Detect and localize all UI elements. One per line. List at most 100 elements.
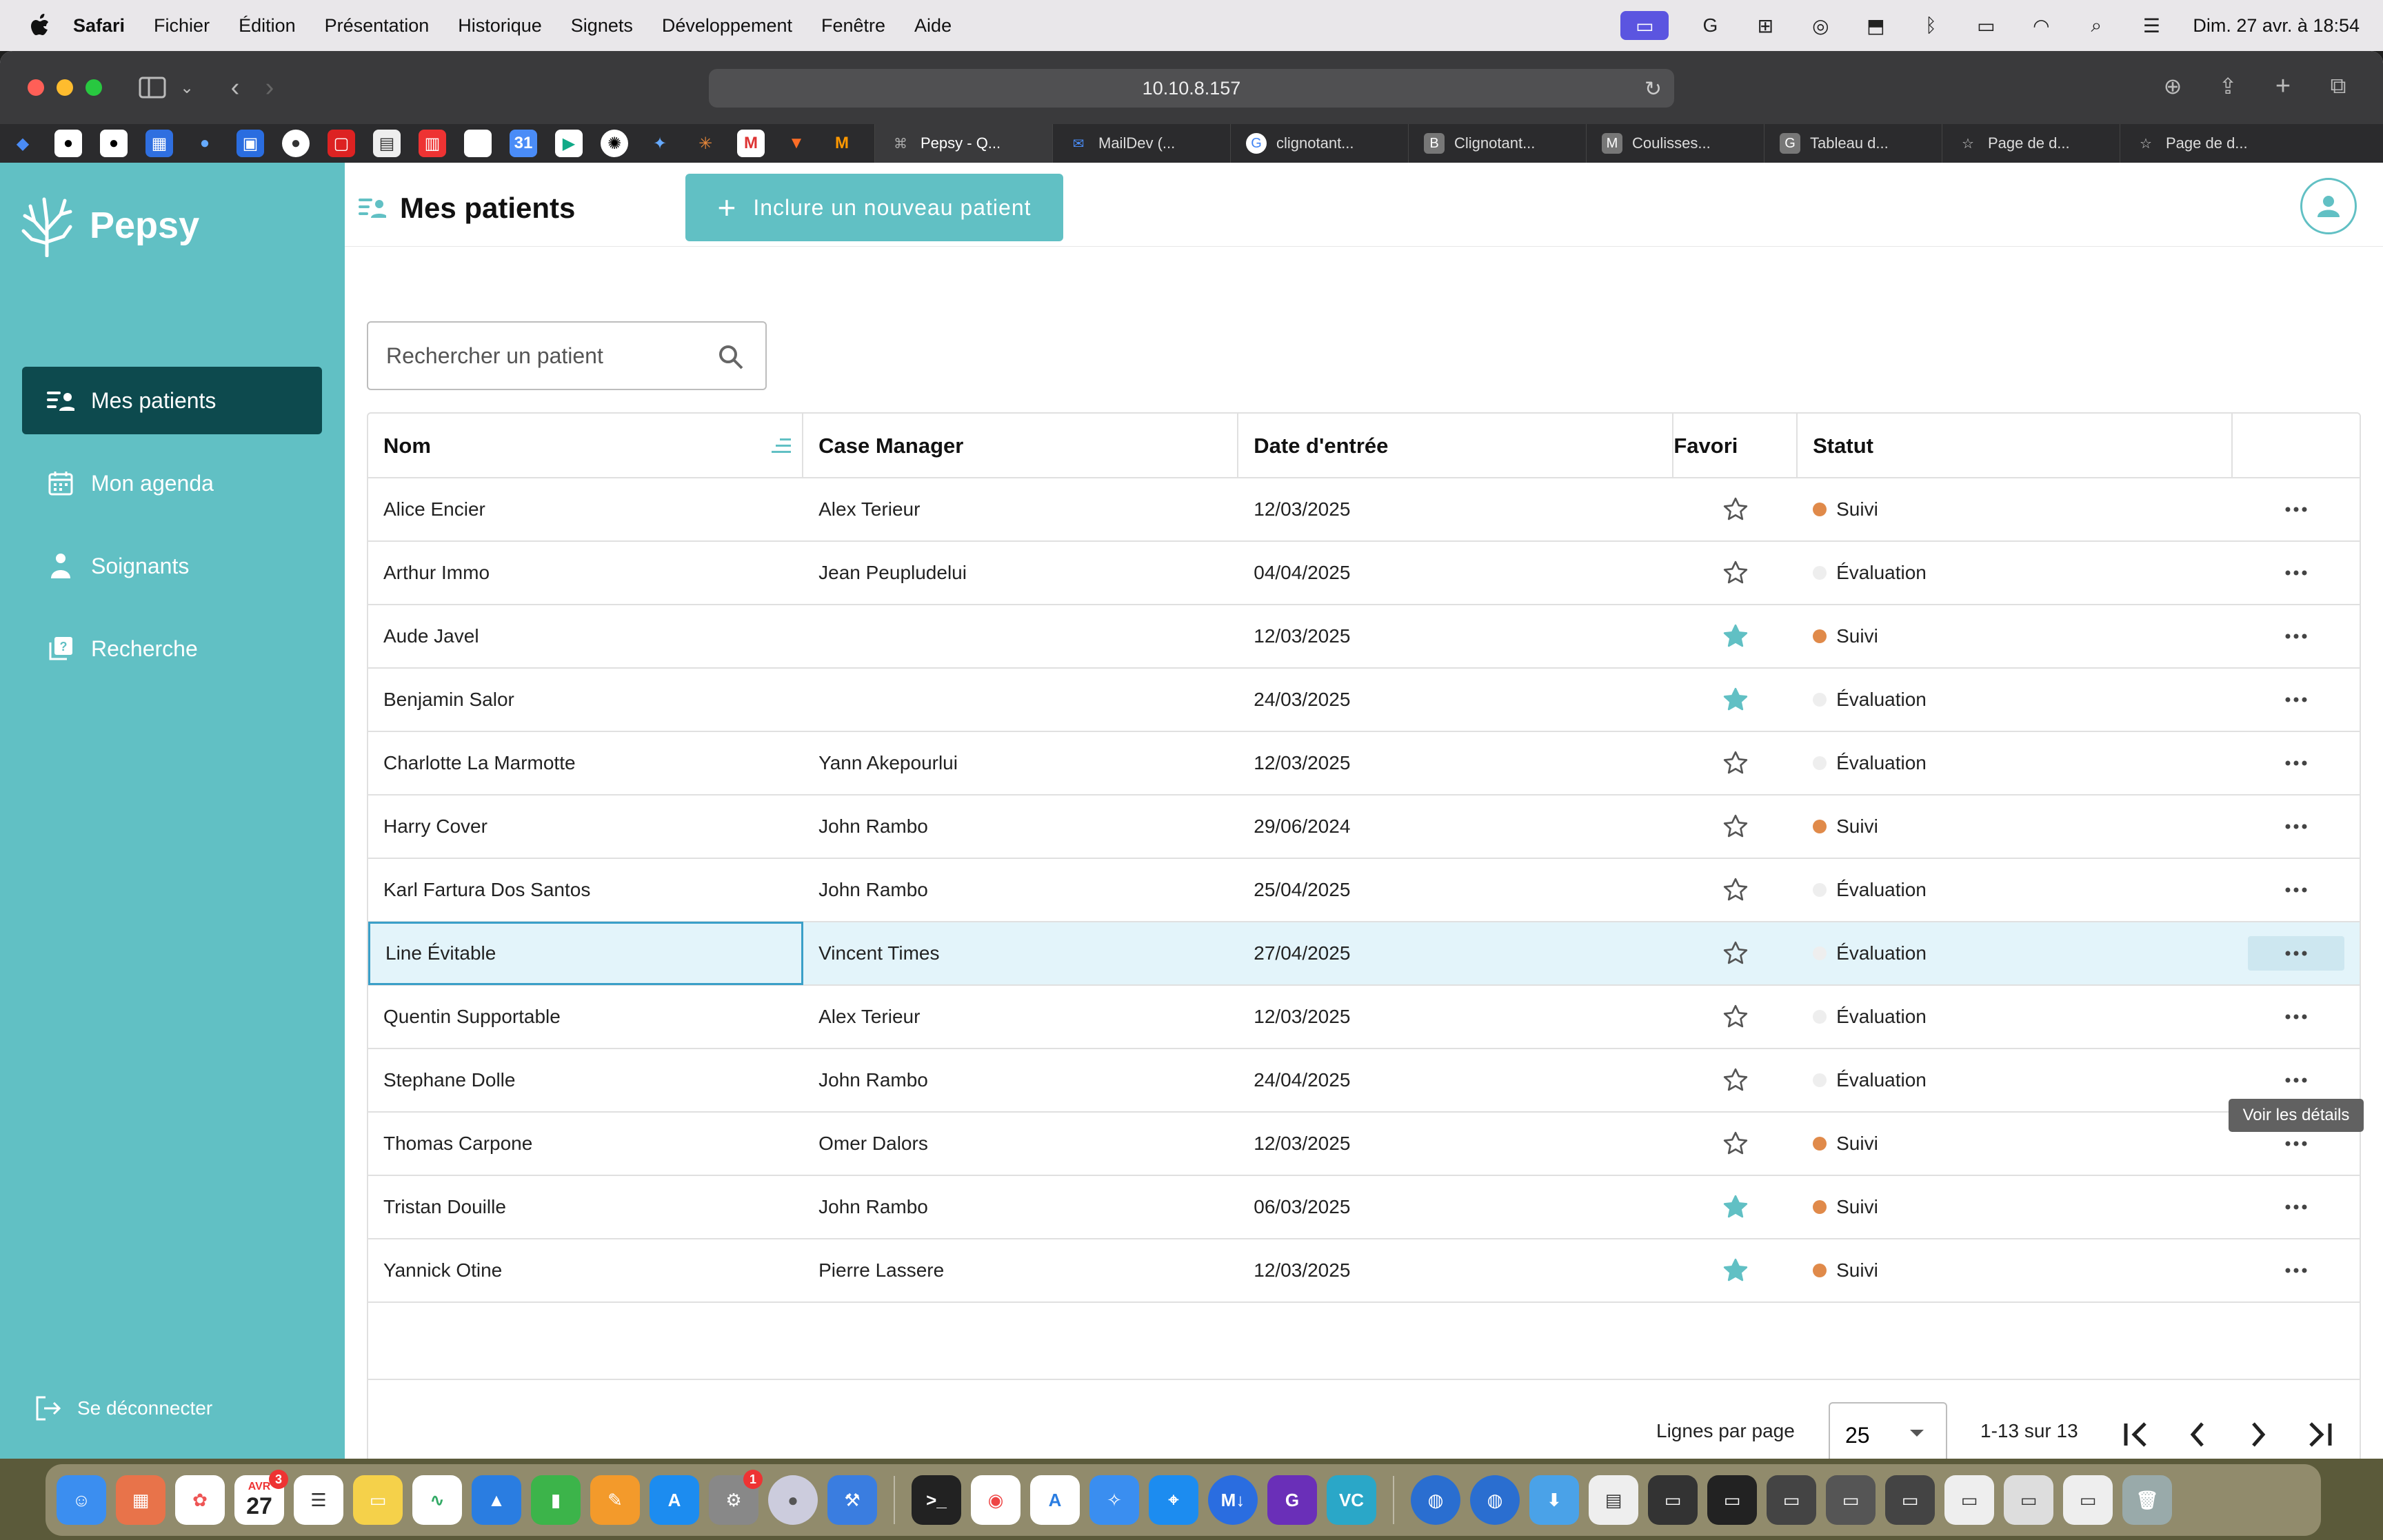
pinned-gmail-icon[interactable]: M [737, 130, 765, 157]
bluetooth-icon[interactable]: ᛒ [1917, 13, 1944, 38]
star-outline-icon[interactable] [1722, 940, 1749, 967]
tools-icon[interactable]: ⊞ [1751, 13, 1779, 38]
column-header-case-manager[interactable]: Case Manager [803, 414, 1239, 478]
dock-window-3-icon[interactable]: ▭ [1767, 1475, 1816, 1525]
menu-historique[interactable]: Historique [458, 15, 542, 37]
search-icon[interactable] [717, 343, 745, 376]
dock-safari-icon[interactable]: ✧ [1089, 1475, 1139, 1525]
dock-pages-icon[interactable]: ✎ [590, 1475, 640, 1525]
dock-markdown-icon[interactable]: M↓ [1208, 1475, 1258, 1525]
dock-app-store-icon[interactable]: A [650, 1475, 699, 1525]
pinned-meet-icon[interactable]: ▶ [555, 130, 583, 157]
dock-finder-icon[interactable]: ☺ [57, 1475, 106, 1525]
pinned-docker-icon[interactable]: ▦ [145, 130, 173, 157]
pinned-bitwarden-icon[interactable]: ▣ [237, 130, 264, 157]
tab-pepsy[interactable]: ⌘ Pepsy - Q... [874, 124, 1052, 163]
reload-icon[interactable]: ↻ [1645, 77, 1662, 101]
dock-freeform-icon[interactable]: ∿ [412, 1475, 462, 1525]
pinned-m-icon[interactable]: M [828, 130, 856, 157]
row-more-options-button[interactable] [2248, 682, 2344, 717]
row-more-options-button[interactable] [2248, 1190, 2344, 1224]
table-row[interactable]: Line Évitable Vincent Times 27/04/2025 Éval… [368, 922, 2360, 986]
star-filled-icon[interactable] [1722, 1257, 1749, 1284]
column-header-date[interactable]: Date d'entrée [1238, 414, 1674, 478]
dock-keynote-icon[interactable]: ▲ [472, 1475, 521, 1525]
table-row[interactable]: Quentin Supportable Alex Terieur 12/03/202… [368, 986, 2360, 1049]
row-more-options-button[interactable] [2248, 1063, 2344, 1097]
vpn-icon[interactable]: ◎ [1807, 13, 1834, 38]
grammarly-icon[interactable]: G [1696, 13, 1724, 38]
close-window-icon[interactable] [28, 79, 44, 96]
tab-coulisses[interactable]: M Coulisses... [1586, 124, 1764, 163]
cell-nom[interactable]: Thomas Carpone [368, 1112, 803, 1175]
row-more-options-button[interactable] [2248, 556, 2344, 590]
cell-nom[interactable]: Benjamin Salor [368, 668, 803, 731]
table-row[interactable]: Stephane Dolle John Rambo 24/04/2025 Évalua… [368, 1049, 2360, 1113]
table-row[interactable]: Harry Cover John Rambo 29/06/2024 Suivi [368, 796, 2360, 859]
nav-recherche[interactable]: ? Recherche [22, 615, 322, 682]
cell-nom[interactable]: Arthur Immo [368, 541, 803, 605]
column-header-statut[interactable]: Statut [1798, 414, 2233, 478]
minimize-window-icon[interactable] [57, 79, 73, 96]
table-row[interactable]: Charlotte La Marmotte Yann Akepourlui 12/0… [368, 732, 2360, 796]
menu-fichier[interactable]: Fichier [154, 15, 210, 37]
nav-mon-agenda[interactable]: Mon agenda [22, 449, 322, 517]
menu-fenetre[interactable]: Fenêtre [821, 15, 885, 37]
address-bar[interactable]: 10.10.8.157 ↻ [709, 69, 1674, 108]
star-outline-icon[interactable] [1722, 559, 1749, 587]
row-more-options-button[interactable] [2248, 873, 2344, 907]
dock-translate-icon[interactable]: A [1030, 1475, 1080, 1525]
sort-icon[interactable] [770, 438, 792, 454]
menu-aide[interactable]: Aide [914, 15, 952, 37]
dock-terminal-icon[interactable]: >_ [912, 1475, 961, 1525]
cell-nom[interactable]: Karl Fartura Dos Santos [368, 858, 803, 922]
pinned-circle-icon[interactable]: ● [282, 130, 310, 157]
screen-mirror-icon[interactable]: ▭ [1620, 11, 1669, 40]
pinned-red-icon[interactable]: ▢ [328, 130, 355, 157]
nav-soignants[interactable]: Soignants [22, 532, 322, 600]
cell-nom[interactable]: Line Évitable [368, 922, 804, 985]
tab-tableau[interactable]: G Tableau d... [1764, 124, 1942, 163]
dock-maps-icon[interactable]: ⌖ [1149, 1475, 1198, 1525]
pinned-openai-icon[interactable]: ✺ [601, 130, 628, 157]
star-outline-icon[interactable] [1722, 876, 1749, 904]
nav-mes-patients[interactable]: Mes patients [22, 367, 322, 434]
first-page-button[interactable] [2113, 1410, 2161, 1459]
table-row[interactable]: Arthur Immo Jean Peupludelui 04/04/2025 Éva… [368, 542, 2360, 605]
table-row[interactable]: Benjamin Salor 24/03/2025 Évaluation [368, 669, 2360, 732]
pinned-github-icon[interactable]: ● [54, 130, 82, 157]
dock-window-5-icon[interactable]: ▭ [1885, 1475, 1935, 1525]
menu-developpement[interactable]: Développement [662, 15, 792, 37]
pinned-trello-icon[interactable]: ▥ [419, 130, 446, 157]
battery-icon[interactable]: ▭ [1972, 13, 2000, 38]
spotlight-search-icon[interactable]: ⌕ [2082, 13, 2110, 38]
share-icon[interactable]: ⇪ [2211, 69, 2245, 103]
star-outline-icon[interactable] [1722, 1003, 1749, 1031]
pinned-claude-icon[interactable]: ✳ [692, 130, 719, 157]
include-patient-button[interactable]: + Inclure un nouveau patient [685, 174, 1063, 241]
dock-lock-icon[interactable]: ● [768, 1475, 818, 1525]
rows-per-page-select[interactable]: 25 [1829, 1402, 1947, 1459]
tab-google-search[interactable]: Gclignotant... [1230, 124, 1408, 163]
forward-icon[interactable]: › [252, 70, 287, 105]
pinned-gemini-icon[interactable]: ✦ [646, 130, 674, 157]
dock-window-icon[interactable]: ▭ [1648, 1475, 1698, 1525]
sidebar-toggle-icon[interactable] [135, 70, 170, 105]
table-row[interactable]: Yannick Otine Pierre Lassere 12/03/2025 Sui… [368, 1239, 2360, 1303]
pinned-github-2-icon[interactable]: ● [100, 130, 128, 157]
star-outline-icon[interactable] [1722, 496, 1749, 523]
star-filled-icon[interactable] [1722, 686, 1749, 713]
control-center-icon[interactable]: ☰ [2138, 13, 2165, 38]
apple-menu-icon[interactable] [26, 12, 54, 39]
table-row[interactable]: Tristan Douille John Rambo 06/03/2025 Suivi [368, 1176, 2360, 1239]
back-icon[interactable]: ‹ [218, 70, 252, 105]
row-more-options-button[interactable] [2248, 1253, 2344, 1288]
star-filled-icon[interactable] [1722, 622, 1749, 650]
new-tab-icon[interactable]: + [2266, 69, 2300, 103]
cell-nom[interactable]: Stephane Dolle [368, 1048, 803, 1112]
dock-calendar-icon[interactable]: AVR 27 3 [234, 1470, 288, 1525]
chevron-down-icon[interactable]: ⌄ [170, 70, 204, 105]
dock-numbers-icon[interactable]: ▮ [531, 1475, 581, 1525]
table-row[interactable]: Karl Fartura Dos Santos John Rambo 25/04/2… [368, 859, 2360, 922]
pinned-calendar-icon[interactable]: 31 [510, 130, 537, 157]
